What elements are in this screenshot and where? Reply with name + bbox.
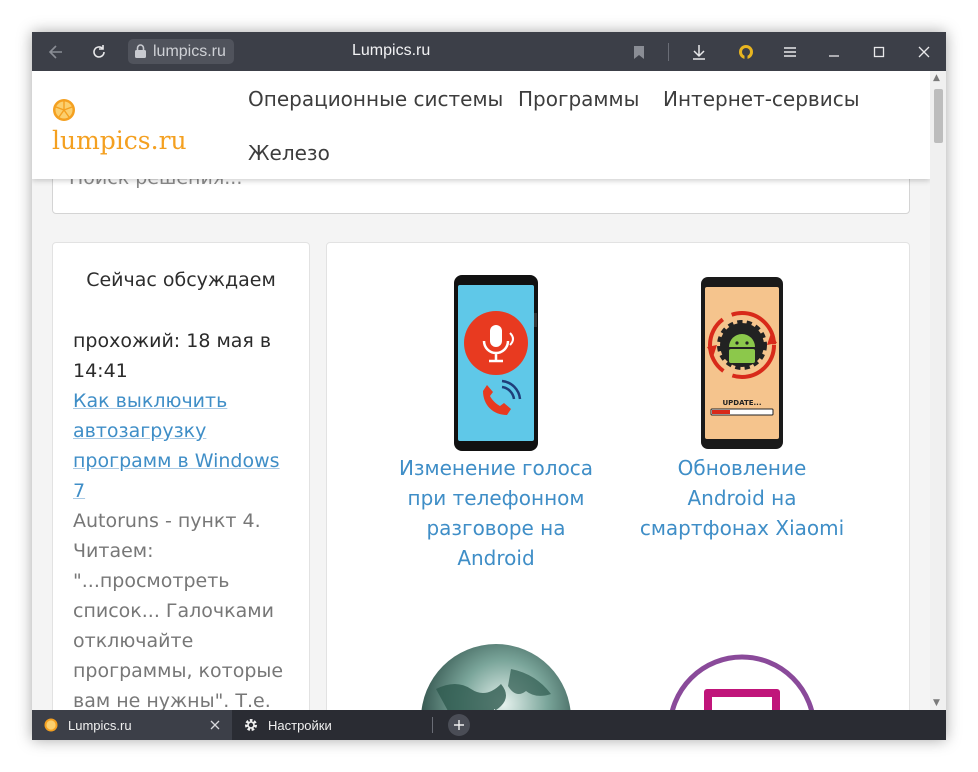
scroll-down-arrow-icon[interactable]: ▼ [933,698,940,708]
address-bar[interactable]: lumpics.ru [128,39,234,64]
tab-label: Lumpics.ru [68,717,132,733]
nav-item-hardware[interactable]: Железо [248,141,330,165]
articles-panel: Изменение голоса при телефонном разговор… [326,242,910,710]
article-title[interactable]: Обновление Android на смартфонах Xiaomi [637,453,847,543]
tab-label: Настройки [268,717,332,733]
tab-lumpics[interactable]: Lumpics.ru [32,710,232,740]
browser-titlebar: lumpics.ru Lumpics.ru [32,32,946,71]
new-tab-button[interactable] [448,714,470,736]
tab-bar: Lumpics.ru Настройки [32,710,946,740]
page-scrollbar[interactable]: ▲ ▼ [930,71,946,710]
comment-meta: прохожий: 18 мая в 14:41 [73,330,272,382]
download-icon [693,45,705,60]
sidebar-title: Сейчас обсуждаем [86,269,276,291]
maximize-button[interactable] [865,38,893,66]
close-icon [918,46,930,58]
update-label: UPDATE... [722,399,761,407]
tab-separator [432,717,433,733]
orange-slice-icon [44,718,58,732]
scrollbar-thumb[interactable] [934,89,943,143]
nav-item-programs[interactable]: Программы [518,87,639,111]
tab-settings[interactable]: Настройки [232,710,432,740]
reload-button[interactable] [85,38,113,66]
bookmark-icon [634,45,644,59]
scroll-up-arrow-icon[interactable]: ▲ [933,73,940,83]
phone-android-update-image: UPDATE... [701,277,783,449]
article-card[interactable] [391,639,601,710]
page-viewport: lumpics.ru Операционные системы Программ… [32,71,930,710]
nav-item-internet-services[interactable]: Интернет-сервисы [663,87,860,111]
article-card[interactable]: Изменение голоса при телефонном разговор… [391,273,601,573]
protect-icon [739,45,753,59]
back-arrow-icon [48,45,62,59]
logo-text: lumpics.ru [52,126,187,155]
comment-text: Autoruns - пункт 4. Читаем: "...просмотр… [73,510,284,710]
tab-close-icon[interactable] [210,720,220,730]
downloads-button[interactable] [685,38,713,66]
article-card[interactable] [637,649,847,710]
protect-button[interactable] [732,38,760,66]
menu-icon [784,47,796,57]
article-card[interactable]: UPDATE... Обновление Android на смартфон… [637,273,847,543]
page-title: Lumpics.ru [352,42,431,59]
maximize-icon [873,46,885,58]
site-header: lumpics.ru Операционные системы Программ… [32,71,930,179]
browser-window: lumpics.ru Lumpics.ru lumpics.ru Операци… [32,32,946,740]
menu-button[interactable] [776,38,804,66]
minimize-icon [829,55,839,57]
purple-circle-image [669,654,815,710]
bookmark-button[interactable] [625,38,653,66]
site-logo[interactable]: lumpics.ru [52,96,212,156]
nav-item-os[interactable]: Операционные системы [248,87,503,111]
comment-item: прохожий: 18 мая в 14:41 Как выключить а… [73,326,297,710]
minimize-button[interactable] [820,38,848,66]
gear-icon [245,719,257,731]
plus-icon [454,720,464,730]
article-title[interactable]: Изменение голоса при телефонном разговор… [391,453,601,573]
discussion-sidebar: Сейчас обсуждаем прохожий: 18 мая в 14:4… [52,242,310,710]
phone-voice-changer-image [454,275,538,451]
globe-image [421,644,571,710]
lock-icon [135,44,146,58]
comment-article-link[interactable]: Как выключить автозагрузку программ в Wi… [73,386,297,506]
toolbar-separator [668,43,669,61]
reload-icon [93,45,105,58]
address-text: lumpics.ru [153,42,226,60]
orange-slice-icon [53,99,75,121]
close-button[interactable] [910,38,938,66]
back-button[interactable] [42,38,70,66]
